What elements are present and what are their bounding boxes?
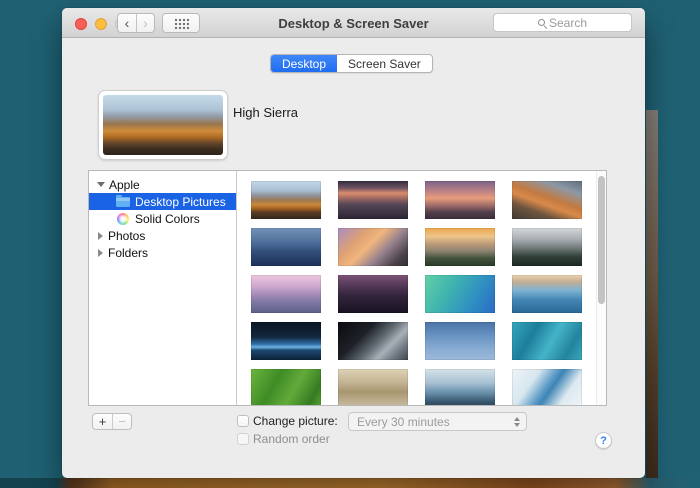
search-placeholder: Search <box>548 15 588 30</box>
wallpaper-thumb-earth-space[interactable] <box>251 322 321 360</box>
wallpaper-thumb-desert-fog[interactable] <box>338 369 408 405</box>
wallpaper-grid-area <box>237 171 606 405</box>
random-order-checkbox[interactable] <box>237 433 249 445</box>
random-order-row: Random order <box>237 432 330 446</box>
wallpaper-thumb-yosemite-day[interactable] <box>425 228 495 266</box>
help-button[interactable]: ? <box>595 432 612 449</box>
wallpaper-thumb-snow-river[interactable] <box>512 369 582 405</box>
wallpaper-thumb-milky-way[interactable] <box>425 322 495 360</box>
sidebar-item-photos[interactable]: Photos <box>89 227 236 244</box>
disclosure-closed-icon[interactable] <box>98 248 103 257</box>
sidebar-item-solid-colors[interactable]: Solid Colors <box>89 210 236 227</box>
desktop-wallpaper-bottom <box>0 478 700 488</box>
current-wallpaper-image <box>103 95 223 155</box>
scrollbar-track[interactable] <box>596 171 606 405</box>
desktop-wallpaper-tree <box>646 110 658 488</box>
sidebar-item-label: Folders <box>108 245 149 260</box>
wallpaper-thumb-sierra-2[interactable] <box>425 181 495 219</box>
search-input[interactable]: Search <box>493 13 632 32</box>
wallpaper-thumb-blue-wave[interactable] <box>512 275 582 313</box>
add-remove-control: + − <box>92 413 132 430</box>
change-picture-checkbox[interactable] <box>237 415 249 427</box>
sidebar-item-label: Desktop Pictures <box>135 194 226 209</box>
source-sidebar: Apple Desktop Pictures Solid Colors Phot… <box>89 171 237 405</box>
close-button[interactable] <box>75 18 87 30</box>
wallpaper-thumb-half-dome-sunset[interactable] <box>338 228 408 266</box>
titlebar[interactable]: ‹ › Desktop & Screen Saver Search <box>62 8 645 38</box>
stepper-arrows-icon <box>510 416 526 427</box>
folder-icon <box>116 195 130 207</box>
interval-dropdown[interactable]: Every 30 minutes <box>348 412 527 431</box>
sidebar-item-label: Apple <box>109 177 140 192</box>
wallpaper-thumb-turquoise-sea[interactable] <box>512 322 582 360</box>
tab-desktop[interactable]: Desktop <box>271 55 338 72</box>
back-button[interactable]: ‹ <box>118 14 136 32</box>
nav-buttons: ‹ › <box>117 13 155 33</box>
wallpaper-thumb-green-wave[interactable] <box>425 275 495 313</box>
wallpaper-thumb-foggy-forest[interactable] <box>512 228 582 266</box>
show-all-grid-icon <box>173 17 189 29</box>
random-order-label: Random order <box>253 432 330 446</box>
wallpaper-thumb-sierra[interactable] <box>338 181 408 219</box>
source-browser: Apple Desktop Pictures Solid Colors Phot… <box>88 170 607 406</box>
minimize-button[interactable] <box>95 18 107 30</box>
wallpaper-thumb-misty-ridges[interactable] <box>425 369 495 405</box>
color-wheel-icon <box>117 212 129 225</box>
wallpaper-thumb-green-fields[interactable] <box>251 369 321 405</box>
wallpaper-thumb-night-shore[interactable] <box>338 275 408 313</box>
wallpaper-grid <box>237 171 606 405</box>
sidebar-item-folders[interactable]: Folders <box>89 244 236 261</box>
wallpaper-thumb-yosemite-blue[interactable] <box>251 228 321 266</box>
sidebar-item-label: Solid Colors <box>135 211 200 226</box>
wallpaper-thumb-yosemite-pink[interactable] <box>251 275 321 313</box>
sidebar-item-desktop-pictures[interactable]: Desktop Pictures <box>89 193 236 210</box>
disclosure-closed-icon[interactable] <box>98 231 103 240</box>
show-all-button[interactable] <box>162 13 200 33</box>
add-folder-button[interactable]: + <box>93 414 112 429</box>
current-wallpaper-name: High Sierra <box>233 105 299 120</box>
change-picture-row: Change picture: <box>237 414 338 428</box>
tab-bar: Desktop Screen Saver <box>270 54 433 73</box>
search-icon <box>537 19 545 26</box>
forward-button[interactable]: › <box>136 14 154 32</box>
change-picture-label: Change picture: <box>253 414 338 428</box>
sidebar-item-apple[interactable]: Apple <box>89 176 236 193</box>
scrollbar-thumb[interactable] <box>598 176 605 304</box>
sidebar-item-label: Photos <box>108 228 146 243</box>
preferences-window: ‹ › Desktop & Screen Saver Search Deskto… <box>62 8 645 478</box>
tab-screen-saver[interactable]: Screen Saver <box>337 55 432 72</box>
current-wallpaper-preview <box>98 90 228 160</box>
wallpaper-thumb-el-capitan[interactable] <box>512 181 582 219</box>
wallpaper-thumb-high-sierra[interactable] <box>251 181 321 219</box>
remove-folder-button[interactable]: − <box>112 414 131 429</box>
wallpaper-thumb-planet-horizon[interactable] <box>338 322 408 360</box>
disclosure-open-icon[interactable] <box>97 182 105 187</box>
interval-value: Every 30 minutes <box>357 414 450 429</box>
